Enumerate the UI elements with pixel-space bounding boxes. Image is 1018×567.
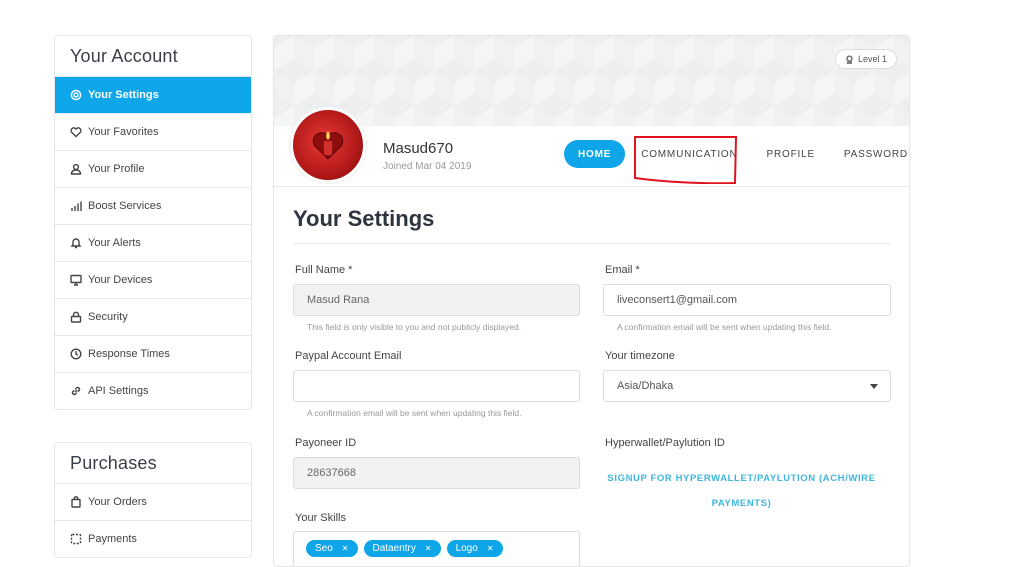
tab-communication[interactable]: COMMUNICATION (641, 149, 737, 160)
payoneer-label: Payoneer ID (295, 437, 357, 449)
sidebar-item-label: Your Devices (88, 274, 153, 286)
sidebar-item-label: Your Profile (88, 163, 145, 175)
sidebar-item-label: Your Settings (88, 89, 159, 101)
monitor-icon (70, 274, 82, 286)
bar-chart-icon (70, 200, 82, 212)
gear-icon (70, 89, 82, 101)
joined-date: Joined Mar 04 2019 (383, 161, 472, 172)
remove-icon[interactable]: ✕ (342, 544, 349, 553)
timezone-label: Your timezone (605, 350, 675, 362)
sidebar-item-boost-services[interactable]: Boost Services (55, 188, 251, 225)
payoneer-id-field[interactable]: 28637668 (293, 457, 580, 489)
skills-input[interactable]: Seo ✕ Dataentry ✕ Logo ✕ (293, 531, 580, 566)
skill-tag-label: Seo (315, 543, 333, 554)
full-name-label: Full Name * (295, 264, 353, 276)
caret-down-icon (870, 384, 878, 389)
sidebar-item-your-profile[interactable]: Your Profile (55, 151, 251, 188)
sidebar-item-label: Payments (88, 533, 137, 545)
skill-tag[interactable]: Dataentry ✕ (363, 540, 441, 557)
remove-icon[interactable]: ✕ (425, 544, 432, 553)
sidebar-item-payments[interactable]: Payments (55, 521, 251, 557)
sidebar-item-label: Response Times (88, 348, 170, 360)
heart-candle-icon (312, 131, 344, 160)
sidebar-item-your-favorites[interactable]: Your Favorites (55, 114, 251, 151)
user-icon (70, 163, 82, 175)
username: Masud670 (383, 140, 454, 157)
sidebar-item-label: Your Alerts (88, 237, 141, 249)
email-field[interactable]: liveconsert1@gmail.com (603, 284, 891, 316)
paypal-hint: A confirmation email will be sent when u… (307, 408, 522, 418)
skill-tag[interactable]: Seo ✕ (306, 540, 358, 557)
full-name-hint: This field is only visible to you and no… (307, 322, 522, 332)
purchases-menu-title: Purchases (55, 443, 251, 484)
account-menu: Your Account Your Settings Your Favorite… (54, 35, 252, 410)
bell-icon (70, 237, 82, 249)
sidebar-item-label: Security (88, 311, 128, 323)
account-menu-title: Your Account (55, 36, 251, 77)
sidebar-item-your-devices[interactable]: Your Devices (55, 262, 251, 299)
skill-tag[interactable]: Logo ✕ (446, 540, 503, 557)
email-label: Email * (605, 264, 640, 276)
level-badge: Level 1 (834, 49, 897, 69)
heart-icon (70, 126, 82, 138)
paypal-email-field[interactable] (293, 370, 580, 402)
sidebar-item-label: Your Favorites (88, 126, 159, 138)
lock-icon (70, 311, 82, 323)
skill-tag-label: Logo (455, 543, 478, 554)
sidebar-item-label: Your Orders (88, 496, 147, 508)
title-divider (293, 243, 891, 244)
hyperwallet-signup-link[interactable]: SIGNUP FOR HYPERWALLET/PAYLUTION (ACH/WI… (604, 466, 879, 516)
purchases-menu: Purchases Your Orders Payments (54, 442, 252, 558)
skill-tag-label: Dataentry (372, 543, 416, 554)
dashed-square-icon (70, 533, 82, 545)
paypal-label: Paypal Account Email (295, 350, 402, 362)
sidebar-item-your-orders[interactable]: Your Orders (55, 484, 251, 521)
profile-cover (274, 36, 909, 126)
sidebar-item-your-settings[interactable]: Your Settings (55, 77, 251, 114)
award-icon (846, 54, 853, 64)
bag-icon (70, 496, 82, 508)
tab-profile[interactable]: PROFILE (767, 149, 815, 160)
sidebar-item-security[interactable]: Security (55, 299, 251, 336)
sidebar-item-your-alerts[interactable]: Your Alerts (55, 225, 251, 262)
sidebar-item-api-settings[interactable]: API Settings (55, 373, 251, 409)
remove-icon[interactable]: ✕ (487, 544, 494, 553)
email-hint: A confirmation email will be sent when u… (617, 322, 832, 332)
timezone-value: Asia/Dhaka (617, 380, 674, 392)
timezone-select[interactable]: Asia/Dhaka (603, 370, 891, 402)
header-divider (274, 186, 909, 187)
hyperwallet-label: Hyperwallet/Paylution ID (605, 437, 725, 449)
sidebar-item-label: API Settings (88, 385, 149, 397)
clock-icon (70, 348, 82, 360)
skills-label: Your Skills (295, 512, 346, 524)
sidebar-item-response-times[interactable]: Response Times (55, 336, 251, 373)
level-label: Level 1 (857, 54, 887, 64)
profile-tabs: HOME COMMUNICATION PROFILE PASSWORD (564, 140, 908, 168)
settings-card: Level 1 Masud670 Joined Mar 04 2019 HOME… (273, 35, 910, 567)
tab-home[interactable]: HOME (564, 140, 626, 168)
tab-password[interactable]: PASSWORD (844, 149, 908, 160)
full-name-field[interactable]: Masud Rana (293, 284, 580, 316)
link-icon (70, 385, 82, 397)
avatar[interactable] (290, 107, 366, 183)
page-title: Your Settings (293, 206, 435, 231)
sidebar-item-label: Boost Services (88, 200, 162, 212)
